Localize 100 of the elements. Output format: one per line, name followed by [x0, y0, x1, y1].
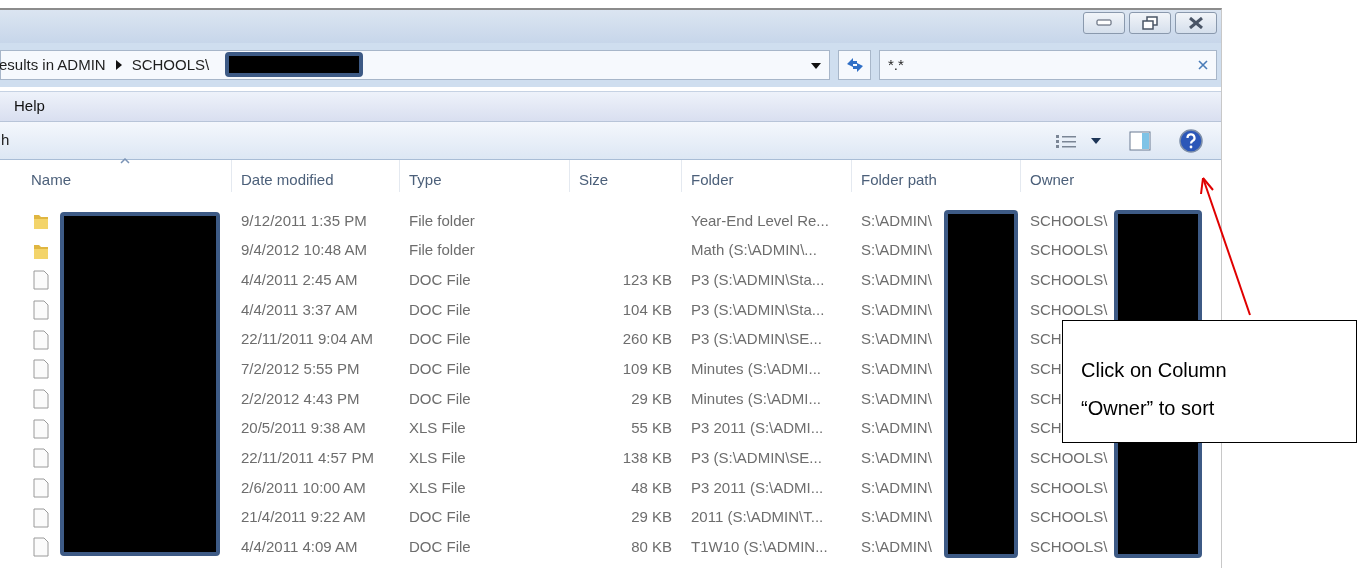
document-icon [33, 388, 49, 409]
table-cell: XLS File [409, 419, 466, 437]
document-icon [33, 537, 49, 558]
table-cell: P3 (S:\ADMIN\Sta... [691, 300, 825, 318]
table-cell: S:\ADMIN\ [861, 270, 932, 288]
table-cell: S:\ADMIN\ [861, 330, 932, 348]
minimize-icon [1096, 19, 1112, 27]
table-cell: S:\ADMIN\ [861, 419, 932, 437]
table-cell: 109 KB [622, 360, 672, 378]
table-cell: XLS File [409, 449, 466, 467]
minimize-button[interactable] [1083, 12, 1125, 34]
table-cell: SCHOOLS\ [1030, 270, 1108, 288]
table-cell: 4/4/2011 3:37 AM [241, 300, 358, 318]
table-cell: 22/11/2011 9:04 AM [241, 330, 374, 348]
table-cell: S:\ADMIN\ [861, 360, 932, 378]
table-cell: 48 KB [631, 478, 672, 496]
table-cell: 123 KB [622, 270, 672, 288]
table-cell: S:\ADMIN\ [861, 538, 932, 556]
document-icon [33, 329, 49, 350]
dropdown-icon[interactable] [1091, 137, 1101, 144]
table-cell: SCH [1030, 419, 1062, 437]
document-icon [33, 359, 49, 380]
table-cell: SCHOOLS\ [1030, 211, 1108, 229]
document-icon [33, 270, 49, 291]
table-cell: T1W10 (S:\ADMIN... [691, 538, 828, 556]
table-cell: 2011 (S:\ADMIN\T... [691, 508, 824, 526]
help-icon[interactable] [1179, 128, 1203, 153]
document-icon [33, 418, 49, 439]
document-icon [33, 448, 49, 469]
search-box[interactable]: *.* [879, 50, 1217, 80]
table-cell: P3 2011 (S:\ADMI... [691, 478, 824, 496]
table-cell: 2/6/2011 10:00 AM [241, 478, 366, 496]
toolbar-button[interactable]: h [1, 129, 10, 152]
table-cell: SCHOOLS\ [1030, 449, 1108, 467]
table-cell: S:\ADMIN\ [861, 300, 932, 318]
table-cell: Minutes (S:\ADMI... [691, 389, 822, 407]
close-button[interactable] [1175, 12, 1217, 34]
table-cell: P3 (S:\ADMIN\Sta... [691, 270, 825, 288]
callout-text: Click on Column “Owner” to sort [1081, 358, 1228, 421]
table-cell: 260 KB [622, 330, 672, 348]
table-cell: SCHOOLS\ [1030, 538, 1108, 556]
table-cell: 104 KB [622, 300, 672, 318]
table-cell: DOC File [409, 360, 471, 378]
close-icon [1188, 17, 1204, 29]
address-bar[interactable]: esults in ADMIN SCHOOLS\ [0, 50, 830, 80]
search-field[interactable]: *.* [888, 53, 1198, 77]
table-cell: P3 (S:\ADMIN\SE... [691, 330, 822, 348]
table-cell: 20/5/2011 9:38 AM [241, 419, 366, 437]
table-cell: 22/11/2011 4:57 PM [241, 449, 374, 467]
table-cell: S:\ADMIN\ [861, 449, 932, 467]
table-cell: File folder [409, 211, 475, 229]
table-cell: SCHOOLS\ [1030, 241, 1108, 259]
document-icon [33, 478, 49, 499]
table-cell: 9/4/2012 10:48 AM [241, 241, 367, 259]
table-cell: S:\ADMIN\ [861, 508, 932, 526]
table-cell: DOC File [409, 270, 471, 288]
table-cell: 21/4/2011 9:22 AM [241, 508, 366, 526]
document-icon [33, 507, 49, 528]
table-cell: 4/4/2011 4:09 AM [241, 538, 358, 556]
table-cell: DOC File [409, 300, 471, 318]
table-cell: DOC File [409, 330, 471, 348]
table-cell: 2/2/2012 4:43 PM [241, 389, 360, 407]
table-cell: DOC File [409, 508, 471, 526]
table-cell: Minutes (S:\ADMI... [691, 360, 822, 378]
restore-icon [1142, 16, 1158, 30]
table-cell: SCHOOLS\ [1030, 478, 1108, 496]
table-cell: SCH [1030, 360, 1062, 378]
breadcrumb[interactable]: esults in ADMIN [0, 53, 106, 77]
table-cell: XLS File [409, 478, 466, 496]
dropdown-icon[interactable] [811, 63, 821, 69]
restore-button[interactable] [1129, 12, 1171, 34]
table-cell: 55 KB [631, 419, 672, 437]
document-icon [33, 299, 49, 320]
table-cell: 4/4/2011 2:45 AM [241, 270, 358, 288]
table-cell: 80 KB [631, 538, 672, 556]
table-cell: SCHOOLS\ [1030, 508, 1108, 526]
table-cell: P3 2011 (S:\ADMI... [691, 419, 824, 437]
table-cell: P3 (S:\ADMIN\SE... [691, 449, 822, 467]
table-cell: 9/12/2011 1:35 PM [241, 211, 367, 229]
table-cell: S:\ADMIN\ [861, 211, 932, 229]
table-cell: 29 KB [631, 508, 672, 526]
view-list-icon[interactable] [1055, 132, 1077, 149]
table-cell: 7/2/2012 5:55 PM [241, 360, 360, 378]
table-cell: Math (S:\ADMIN\... [691, 241, 817, 259]
table-cell: SCHOOLS\ [1030, 300, 1108, 318]
table-cell: DOC File [409, 389, 471, 407]
table-cell: Year-End Level Re... [691, 211, 829, 229]
table-cell: 138 KB [622, 449, 672, 467]
table-cell: S:\ADMIN\ [861, 389, 932, 407]
clear-icon[interactable] [1198, 60, 1208, 70]
table-cell: SCH [1030, 330, 1062, 348]
table-cell: DOC File [409, 538, 471, 556]
table-cell: SCH [1030, 389, 1062, 407]
table-cell: S:\ADMIN\ [861, 241, 932, 259]
table-cell: 29 KB [631, 389, 672, 407]
table-cell: S:\ADMIN\ [861, 478, 932, 496]
refresh-button[interactable] [838, 50, 871, 80]
breadcrumb[interactable]: SCHOOLS\ [131, 53, 210, 77]
menu-item[interactable]: Help [0, 95, 53, 118]
chevron-icon[interactable] [115, 60, 122, 70]
